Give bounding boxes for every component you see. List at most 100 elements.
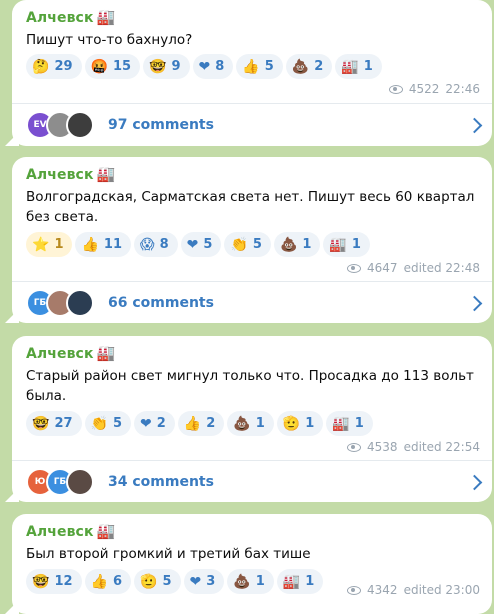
post-text: Был второй громкий и третий бах тише — [26, 546, 311, 562]
reaction-count: 5 — [162, 574, 172, 589]
heart-icon: ❤ — [186, 236, 199, 253]
commenter-avatars: EV — [26, 111, 94, 139]
eye-icon — [347, 263, 362, 273]
thinking-face-icon: 🤔 — [32, 58, 50, 75]
channel-post: Алчевск 🏭 Пишут что-то бахнуло? 🤔 29 🤬 15 🤓 9 ❤… — [12, 0, 492, 146]
reactions-bar: ⭐ 1 👍 11 😱 8 ❤ 5 👏 5 💩 1 🏭 1 — [26, 232, 370, 257]
reaction-chip[interactable]: 👍 5 — [236, 54, 283, 79]
reaction-chip[interactable]: 💩 1 — [273, 232, 321, 257]
comments-link[interactable]: Ю ГБ 34 comments — [26, 466, 483, 498]
reaction-count: 8 — [215, 59, 225, 74]
post-time: edited 23:00 — [403, 583, 480, 597]
poop-icon: 💩 — [233, 415, 251, 432]
heart-icon: ❤ — [189, 573, 202, 590]
eye-icon — [388, 84, 403, 94]
nerd-face-icon: 🤓 — [149, 58, 167, 75]
reaction-chip[interactable]: 🏭 1 — [335, 54, 382, 79]
reaction-chip[interactable]: 🤬 15 — [84, 54, 141, 79]
reaction-chip[interactable]: 🫡 1 — [276, 411, 324, 436]
post-meta: 4538 edited 22:54 — [347, 440, 480, 454]
reaction-chip[interactable]: 💩 1 — [227, 569, 274, 594]
reaction-chip[interactable]: ❤ 8 — [192, 54, 234, 79]
nerd-face-icon: 🤓 — [32, 415, 50, 432]
reaction-count: 1 — [305, 574, 315, 589]
heart-icon: ❤ — [198, 58, 211, 75]
reaction-count: 8 — [159, 237, 169, 252]
star-icon: ⭐ — [32, 236, 50, 253]
post-meta: 4522 22:46 — [388, 82, 480, 96]
reaction-chip[interactable]: 😱 8 — [134, 232, 178, 257]
comments-count: 66 comments — [108, 295, 214, 311]
reaction-count: 1 — [255, 416, 265, 431]
reaction-chip[interactable]: 🤓 12 — [26, 569, 82, 594]
reaction-chip[interactable]: 👏 5 — [84, 411, 132, 436]
thumbs-up-icon: 👍 — [90, 573, 108, 590]
reaction-chip[interactable]: 🏭 1 — [326, 411, 373, 436]
view-count: 4522 — [408, 82, 440, 96]
reaction-chip[interactable]: 💩 1 — [227, 411, 274, 436]
reaction-chip[interactable]: ❤ 5 — [180, 232, 222, 257]
factory-icon: 🏭 — [282, 573, 301, 590]
reaction-count: 27 — [54, 416, 73, 431]
reaction-chip[interactable]: 🏭 1 — [276, 569, 324, 594]
poop-icon: 💩 — [291, 58, 310, 75]
factory-icon: 🏭 — [329, 236, 347, 253]
divider — [12, 460, 492, 461]
avatar — [66, 289, 94, 317]
post-meta: 4647 edited 22:48 — [347, 261, 480, 275]
clapping-hands-icon: 👏 — [230, 236, 248, 253]
post-meta: 4342 edited 23:00 — [347, 583, 480, 597]
reaction-chip[interactable]: 👍 6 — [84, 569, 132, 594]
reaction-chip[interactable]: 🏭 1 — [323, 232, 370, 257]
reaction-chip[interactable]: ❤ 3 — [183, 569, 225, 594]
factory-icon: 🏭 — [96, 165, 116, 183]
post-text: Старый район свет мигнул только что. Про… — [26, 368, 474, 404]
reaction-count: 1 — [351, 237, 361, 252]
chevron-right-icon — [466, 117, 483, 133]
commenter-avatars: ГБ — [26, 289, 94, 317]
reaction-chip[interactable]: 👍 11 — [75, 232, 132, 257]
view-count: 4647 — [367, 261, 398, 275]
reaction-chip[interactable]: 💩 2 — [285, 54, 333, 79]
reaction-chip[interactable]: 👍 2 — [177, 411, 225, 436]
avatar — [66, 468, 94, 496]
comments-link[interactable]: ГБ 66 comments — [26, 287, 483, 319]
poop-icon: 💩 — [279, 236, 298, 253]
chevron-right-icon — [466, 295, 483, 311]
channel-name[interactable]: Алчевск 🏭 — [26, 344, 115, 362]
reaction-count: 6 — [112, 574, 123, 589]
saluting-face-icon: 🫡 — [282, 415, 301, 432]
channel-name[interactable]: Алчевск 🏭 — [26, 8, 115, 26]
reaction-count: 5 — [203, 237, 213, 252]
view-count: 4538 — [367, 440, 398, 454]
reaction-chip[interactable]: 👏 5 — [224, 232, 271, 257]
channel-name[interactable]: Алчевск 🏭 — [26, 522, 115, 540]
post-text: Волгоградская, Сарматская света нет. Пиш… — [26, 189, 475, 225]
channel-name[interactable]: Алчевск 🏭 — [26, 165, 115, 183]
chevron-right-icon — [466, 474, 483, 490]
reaction-chip[interactable]: 🫡 5 — [134, 569, 181, 594]
reaction-count: 2 — [314, 59, 324, 74]
divider — [12, 281, 492, 282]
thumbs-up-icon: 👍 — [183, 415, 202, 432]
comments-count: 34 comments — [108, 474, 214, 490]
divider — [12, 103, 492, 104]
reaction-chip[interactable]: 🤓 9 — [143, 54, 190, 79]
factory-icon: 🏭 — [96, 522, 116, 540]
avatar — [66, 111, 94, 139]
reaction-count: 11 — [103, 237, 123, 252]
reaction-count: 1 — [305, 416, 315, 431]
thumbs-up-icon: 👍 — [242, 58, 260, 75]
reactions-bar: 🤓 12 👍 6 🫡 5 ❤ 3 💩 1 🏭 1 — [26, 569, 324, 594]
comments-count: 97 comments — [108, 117, 214, 133]
reaction-chip[interactable]: ⭐ 1 — [26, 232, 73, 257]
message-feed: Алчевск 🏭 Пишут что-то бахнуло? 🤔 29 🤬 15 🤓 9 ❤… — [0, 0, 494, 614]
reaction-chip[interactable]: 🤓 27 — [26, 411, 82, 436]
saluting-face-icon: 🫡 — [140, 573, 158, 590]
reaction-chip[interactable]: ❤ 2 — [134, 411, 175, 436]
factory-icon: 🏭 — [341, 58, 359, 75]
post-time: edited 22:48 — [403, 261, 480, 275]
comments-link[interactable]: EV 97 comments — [26, 109, 483, 141]
post-time: edited 22:54 — [403, 440, 480, 454]
reaction-chip[interactable]: 🤔 29 — [26, 54, 82, 79]
